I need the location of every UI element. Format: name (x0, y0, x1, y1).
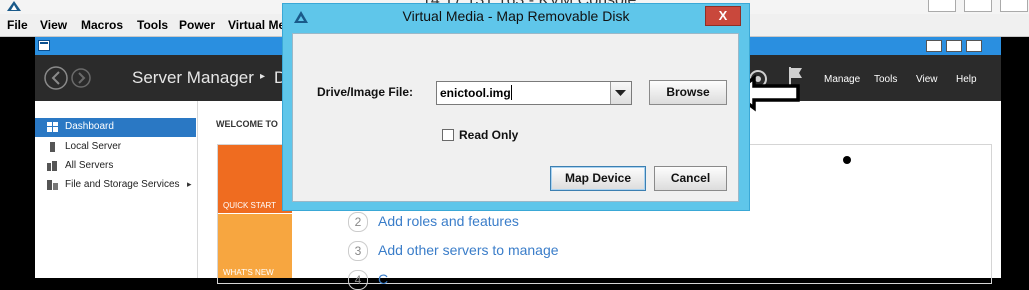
drive-image-label: Drive/Image File: (317, 85, 414, 99)
menu-sm-tools[interactable]: Tools (874, 74, 897, 85)
menu-tools[interactable]: Tools (137, 18, 168, 32)
menu-virtual-media[interactable]: Virtual Me (228, 18, 285, 32)
sidebar-item-local-server[interactable]: Local Server (35, 138, 196, 157)
dialog-title: Virtual Media - Map Removable Disk (402, 8, 630, 24)
chevron-down-icon (615, 90, 626, 96)
app-window-icon (38, 40, 50, 51)
dialog-content: Drive/Image File: enictool.img Browse Re… (292, 33, 739, 202)
server-manager-sidebar: Dashboard Local Server All Servers File … (35, 101, 198, 278)
menu-manage[interactable]: Manage (824, 74, 860, 85)
kvm-minimize-button[interactable] (928, 0, 956, 12)
read-only-label[interactable]: Read Only (459, 128, 518, 142)
task-link[interactable]: C (378, 271, 388, 287)
kvm-logo-icon (7, 1, 21, 11)
servers-icon (47, 161, 57, 171)
quick-start-label: QUICK START (223, 201, 277, 210)
menu-sm-view[interactable]: View (916, 74, 938, 85)
menu-help[interactable]: Help (956, 74, 977, 85)
virtual-media-dialog: Virtual Media - Map Removable Disk X Dri… (282, 3, 750, 211)
menu-power[interactable]: Power (179, 18, 215, 32)
task-link[interactable]: Add roles and features (378, 213, 519, 229)
task-number: 3 (348, 241, 368, 261)
remote-close-button[interactable] (966, 40, 982, 52)
server-icon (50, 142, 55, 152)
sidebar-label: Local Server (65, 141, 122, 152)
drive-image-combobox[interactable]: enictool.img (436, 81, 632, 105)
remote-minimize-button[interactable] (926, 40, 942, 52)
drive-image-value[interactable]: enictool.img (440, 86, 511, 100)
menu-macros[interactable]: Macros (81, 18, 123, 32)
task-next[interactable]: 4C (348, 270, 388, 290)
menu-view[interactable]: View (40, 18, 67, 32)
menu-file[interactable]: File (7, 18, 28, 32)
sidebar-label: File and Storage Services (65, 179, 180, 190)
task-number: 2 (348, 212, 368, 232)
task-add-servers[interactable]: 3 Add other servers to manage (348, 241, 559, 261)
welcome-heading: WELCOME TO (216, 119, 278, 129)
quick-start-tile[interactable]: QUICK START (218, 145, 292, 213)
kvm-maximize-button[interactable] (964, 0, 992, 12)
whats-new-tile[interactable]: WHAT'S NEW (218, 214, 292, 278)
map-device-button[interactable]: Map Device (550, 166, 646, 191)
text-cursor (511, 85, 512, 100)
sidebar-label: Dashboard (65, 121, 114, 132)
mouse-pointer-dot (843, 156, 851, 164)
back-forward-icon[interactable] (43, 65, 97, 91)
whats-new-label: WHAT'S NEW (223, 268, 274, 277)
remote-restore-button[interactable] (946, 40, 962, 52)
server-manager-title: Server Manager (132, 68, 254, 87)
expand-arrow-icon[interactable]: ▸ (187, 179, 192, 190)
task-link[interactable]: Add other servers to manage (378, 242, 559, 258)
sidebar-item-dashboard[interactable]: Dashboard (35, 118, 196, 137)
dialog-close-button[interactable]: X (705, 6, 741, 26)
breadcrumb-arrow-icon: ▸ (260, 71, 266, 82)
task-add-roles[interactable]: 2 Add roles and features (348, 212, 519, 232)
storage-icon (47, 180, 58, 190)
cancel-button[interactable]: Cancel (654, 166, 727, 191)
sidebar-item-file-storage[interactable]: File and Storage Services ▸ (35, 176, 196, 195)
sidebar-label: All Servers (65, 160, 114, 171)
browse-button[interactable]: Browse (649, 80, 727, 105)
sidebar-item-all-servers[interactable]: All Servers (35, 157, 196, 176)
task-number: 4 (348, 270, 368, 290)
read-only-checkbox[interactable] (442, 129, 454, 141)
kvm-close-button[interactable] (1000, 0, 1028, 12)
dropdown-button[interactable] (610, 82, 631, 104)
dashboard-icon (47, 122, 58, 132)
